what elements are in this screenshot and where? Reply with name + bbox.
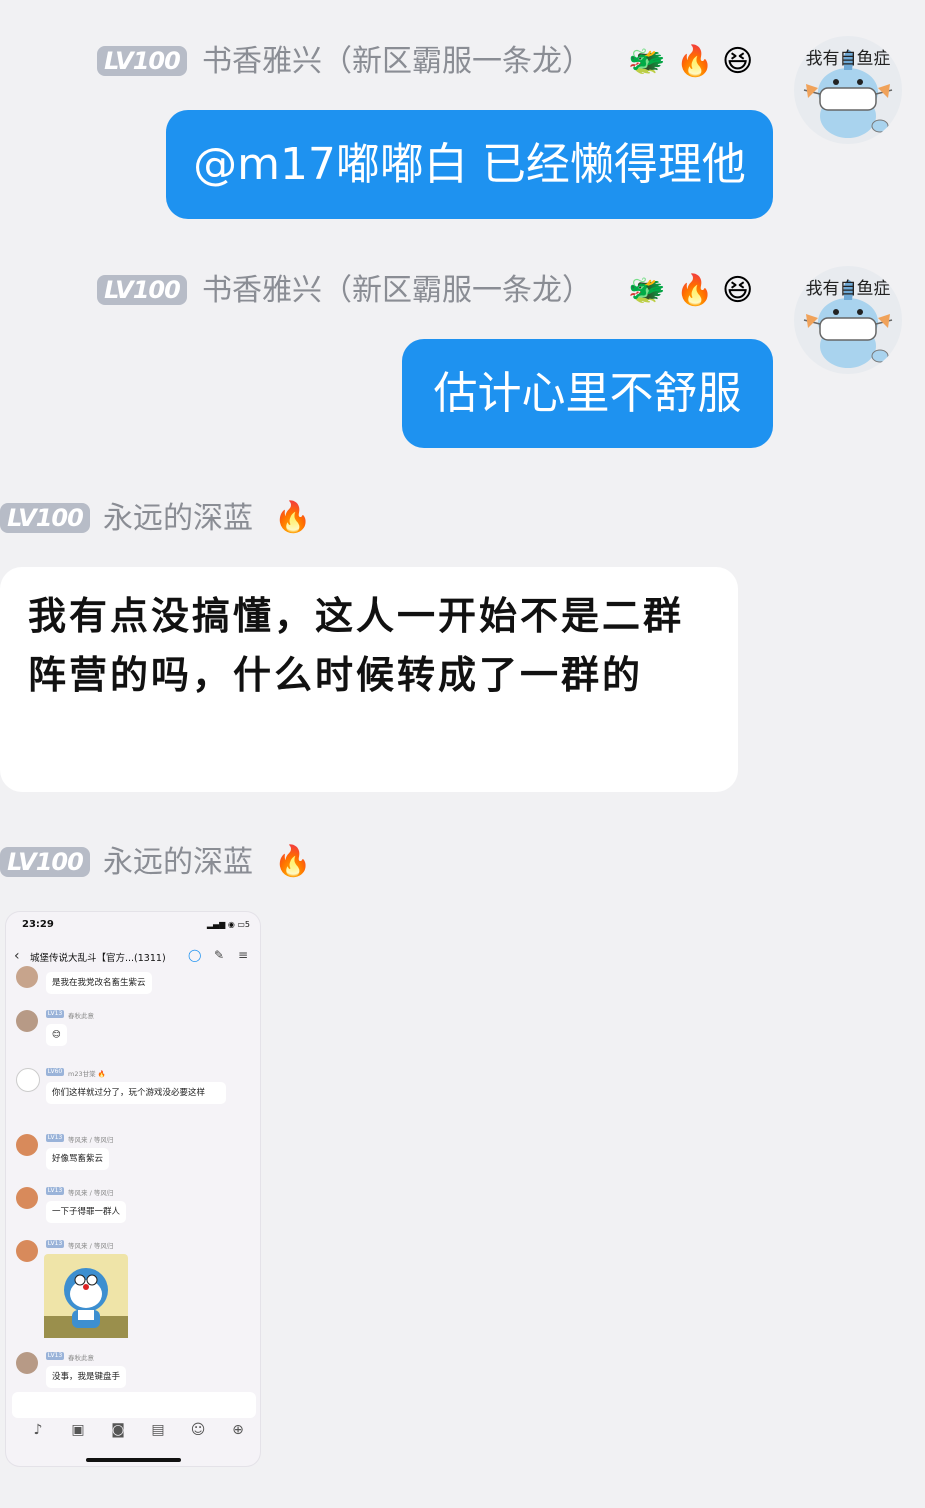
message-input[interactable] — [12, 1392, 256, 1418]
plus-icon[interactable]: ⊕ — [228, 1422, 248, 1438]
message-text: 没事，我是键盘手 — [46, 1366, 127, 1388]
back-arrow-icon[interactable]: ‹ — [14, 948, 20, 964]
sender-nickname: m23甘棠 🔥 — [68, 1070, 106, 1078]
signal-wifi-battery-icon: ▂▄▆ ◉ ▭5 — [206, 920, 250, 929]
message-text: 好像骂畜紫云 — [46, 1148, 110, 1170]
level-badge: LV100 — [97, 46, 187, 76]
smile-badge-icon: 😆 — [722, 44, 754, 79]
smile-badge-icon: 😆 — [722, 273, 754, 308]
battery-level: 5 — [244, 920, 250, 929]
sender-nickname: 等风来 / 等风归 — [68, 1242, 114, 1250]
chat-header: ‹ 城堡传说大乱斗【官方...(1311) ◯ ✎ ≡ — [6, 942, 260, 972]
home-indicator — [86, 1458, 181, 1462]
message-text: 一下子得罪一群人 — [46, 1201, 127, 1223]
level-badge: LV13 — [46, 1134, 64, 1142]
fire-badge-icon: 🔥 — [274, 844, 312, 879]
avatar — [16, 1187, 38, 1209]
emoji-icon[interactable]: ☺ — [188, 1422, 208, 1438]
dragon-badge-icon: 🐲 — [628, 273, 666, 308]
avatar — [16, 1068, 40, 1092]
level-badge: LV13 — [46, 1010, 64, 1018]
message-bubble-self[interactable]: 估计心里不舒服 — [402, 339, 773, 448]
level-badge: LV100 — [97, 275, 187, 305]
message-bubble-self[interactable]: @m17嘟嘟白 已经懒得理他 — [166, 110, 773, 219]
input-toolbar: ♪ ▣ ◙ ▤ ☺ ⊕ — [6, 1422, 260, 1446]
menu-icon[interactable]: ≡ — [238, 948, 248, 962]
level-badge: LV13 — [46, 1240, 64, 1248]
level-badge: LV100 — [0, 503, 90, 533]
message-text: 我有点没搞懂，这人一开始不是二群阵营的吗，什么时候转成了一群的 — [28, 594, 685, 697]
message-text: 😊 — [46, 1024, 67, 1046]
avatar[interactable]: 我有自鱼症 — [794, 266, 902, 374]
avatar-caption: 我有自鱼症 — [805, 49, 891, 69]
level-badge: LV100 — [0, 847, 90, 877]
dragon-badge-icon: 🐲 — [628, 44, 666, 79]
camera-icon[interactable]: ◙ — [108, 1422, 128, 1438]
sender-nickname[interactable]: 永远的深蓝 — [103, 499, 253, 539]
edit-icon[interactable]: ✎ — [214, 948, 224, 962]
avatar — [16, 966, 38, 988]
fire-badge-icon: 🔥 — [676, 273, 714, 308]
message-text: 你们这样就过分了，玩个游戏没必要这样 — [46, 1082, 226, 1104]
doraemon-icon — [44, 1268, 128, 1338]
sender-nickname: 春秋此意 — [68, 1012, 94, 1020]
fire-badge-icon: 🔥 — [676, 44, 714, 79]
doraemon-sticker[interactable] — [44, 1254, 128, 1338]
sender-nickname: 等风来 / 等风归 — [68, 1136, 114, 1144]
message-bubble-other[interactable]: 我有点没搞懂，这人一开始不是二群阵营的吗，什么时候转成了一群的 — [0, 567, 738, 792]
image-message-screenshot[interactable]: 23:29 ▂▄▆ ◉ ▭5 ‹ 城堡传说大乱斗【官方...(1311) ◯ ✎… — [6, 912, 260, 1466]
avatar — [16, 1352, 38, 1374]
red-packet-icon[interactable]: ▤ — [148, 1422, 168, 1438]
avatar — [16, 1240, 38, 1262]
chat-bubble-icon[interactable]: ◯ — [188, 948, 201, 962]
avatar — [16, 1134, 38, 1156]
sender-nickname[interactable]: 书香雅兴（新区霸服一条龙） — [202, 271, 592, 311]
level-badge: LV13 — [46, 1187, 64, 1195]
status-time: 23:29 — [22, 919, 54, 930]
group-title: 城堡传说大乱斗【官方...(1311) — [30, 953, 166, 964]
image-icon[interactable]: ▣ — [68, 1422, 88, 1438]
microphone-icon[interactable]: ♪ — [28, 1422, 48, 1438]
fire-badge-icon: 🔥 — [274, 500, 312, 535]
avatar — [16, 1010, 38, 1032]
avatar[interactable]: 我有自鱼症 — [794, 36, 902, 144]
sender-nickname[interactable]: 书香雅兴（新区霸服一条龙） — [202, 42, 592, 82]
sender-nickname: 春秋此意 — [68, 1354, 94, 1362]
sender-nickname[interactable]: 永远的深蓝 — [103, 843, 253, 883]
sender-nickname: 等风来 / 等风归 — [68, 1189, 114, 1197]
status-bar: 23:29 ▂▄▆ ◉ ▭5 — [6, 912, 260, 940]
level-badge: LV60 — [46, 1068, 64, 1076]
level-badge: LV13 — [46, 1352, 64, 1360]
avatar-caption: 我有自鱼症 — [805, 279, 891, 299]
message-text: 是我在我党改名畜生紫云 — [46, 972, 152, 994]
